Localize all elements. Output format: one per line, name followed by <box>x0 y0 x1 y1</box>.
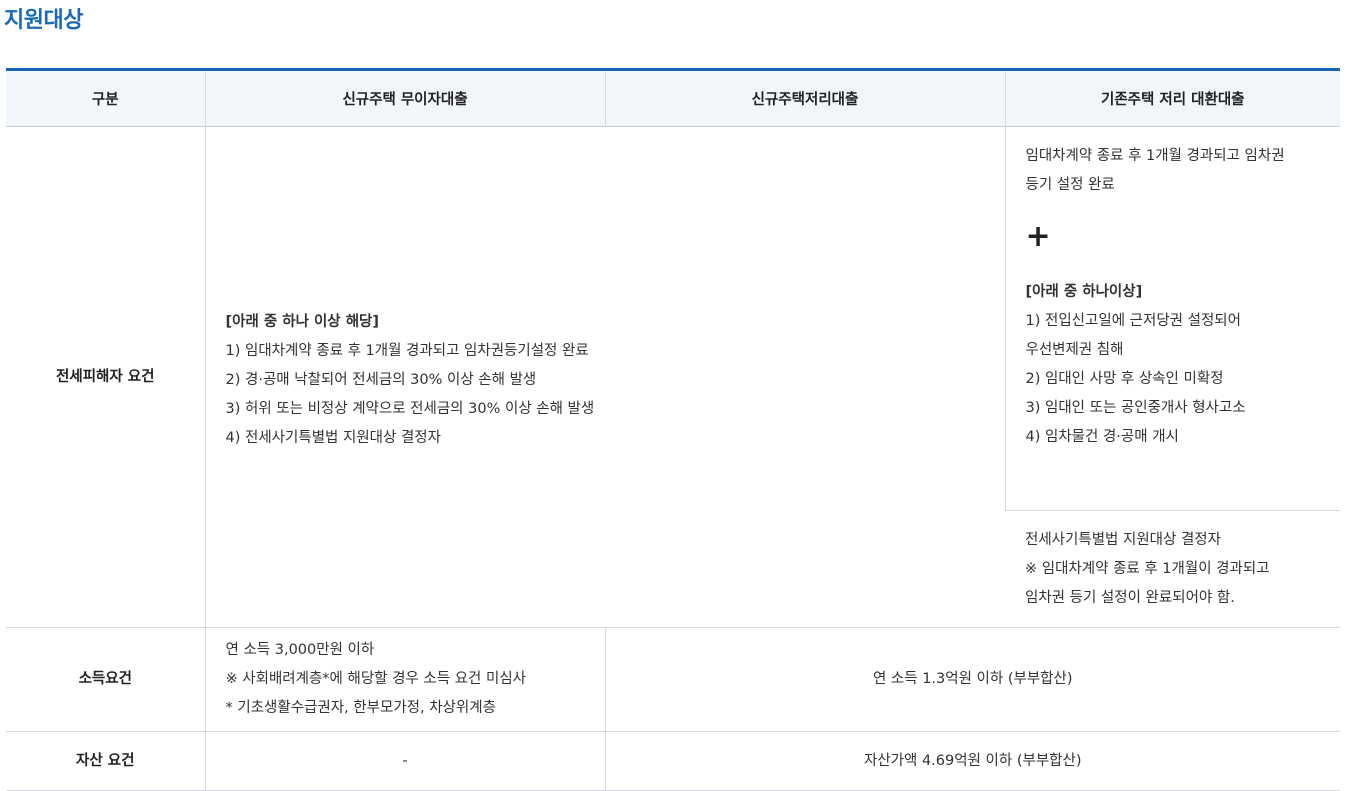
existing-note: ※ 임대차계약 종료 후 1개월이 경과되고 <box>1025 560 1270 577</box>
income-note: ※ 사회배려계층*에 해당할 경우 소득 요건 미심사 <box>225 671 527 687</box>
existing-note: 임차권 등기 설정이 완료되어야 함. <box>1025 589 1235 606</box>
victim-existing-bottom-cell: 전세사기특별법 지원대상 결정자 ※ 임대차계약 종료 후 1개월이 경과되고 … <box>1005 510 1340 628</box>
list-item: 4) 전세사기특별법 지원대상 결정자 <box>225 429 441 446</box>
list-item: 우선변제권 침해 <box>1025 342 1124 358</box>
victim-new-heading: [아래 중 하나 이상 해당] <box>225 313 380 330</box>
list-item: 4) 임차물건 경·공매 개시 <box>1025 429 1179 445</box>
victim-existing-top-cell: 임대차계약 종료 후 1개월 경과되고 임차권 등기 설정 완료 + [아래 중… <box>1004 126 1340 511</box>
table-row: 전세피해자 요건 [아래 중 하나 이상 해당] 1) 임대차계약 종료 후 1… <box>6 126 1340 628</box>
income-line: 연 소득 3,000만원 이하 <box>225 642 375 658</box>
support-target-table: 구분 신규주택 무이자대출 신규주택저리대출 기존주택 저리 대환대출 전세피해… <box>6 68 1340 791</box>
header-new-housing-free-loan: 신규주택 무이자대출 <box>204 68 605 127</box>
list-item: 1) 전입신고일에 근저당권 설정되어 <box>1025 313 1241 329</box>
victim-new-housing-cell: [아래 중 하나 이상 해당] 1) 임대차계약 종료 후 1개월 경과되고 임… <box>204 126 1005 628</box>
asset-free-loan-cell: - <box>204 731 605 791</box>
table-row: 소득요건 연 소득 3,000만원 이하 ※ 사회배려계층*에 해당할 경우 소… <box>6 627 1340 732</box>
row-label-income: 소득요건 <box>6 627 205 732</box>
income-note: * 기초생활수급권자, 한부모가정, 차상위계층 <box>225 700 496 716</box>
list-item: 3) 허위 또는 비정상 계약으로 전세금의 30% 이상 손해 발생 <box>225 400 595 417</box>
list-item: 3) 임대인 또는 공인중개사 형사고소 <box>1025 400 1246 416</box>
income-free-loan-cell: 연 소득 3,000만원 이하 ※ 사회배려계층*에 해당할 경우 소득 요건 … <box>204 627 605 732</box>
header-new-housing-low-rate-loan: 신규주택저리대출 <box>604 68 1005 127</box>
table-header-row: 구분 신규주택 무이자대출 신규주택저리대출 기존주택 저리 대환대출 <box>6 68 1340 127</box>
list-item: 2) 경·공매 낙찰되어 전세금의 30% 이상 손해 발생 <box>225 371 537 388</box>
header-existing-housing-refinance: 기존주택 저리 대환대출 <box>1004 68 1340 127</box>
table-row: 자산 요건 - 자산가액 4.69억원 이하 (부부합산) <box>6 731 1340 791</box>
page-title: 지원대상 <box>4 8 83 33</box>
list-item: 1) 임대차계약 종료 후 1개월 경과되고 임차권등기설정 완료 <box>225 342 589 359</box>
existing-heading: [아래 중 하나이상] <box>1025 284 1143 300</box>
row-label-asset: 자산 요건 <box>6 731 205 791</box>
existing-line: 전세사기특별법 지원대상 결정자 <box>1025 531 1221 548</box>
list-item: 2) 임대인 사망 후 상속인 미확정 <box>1025 371 1224 387</box>
income-others-cell: 연 소득 1.3억원 이하 (부부합산) <box>604 627 1340 732</box>
plus-icon: + <box>1025 219 1051 254</box>
asset-others-cell: 자산가액 4.69억원 이하 (부부합산) <box>604 731 1340 791</box>
existing-line: 등기 설정 완료 <box>1025 177 1115 193</box>
existing-line: 임대차계약 종료 후 1개월 경과되고 임차권 <box>1025 148 1285 164</box>
row-label-victim: 전세피해자 요건 <box>6 126 205 628</box>
header-category: 구분 <box>6 68 205 127</box>
